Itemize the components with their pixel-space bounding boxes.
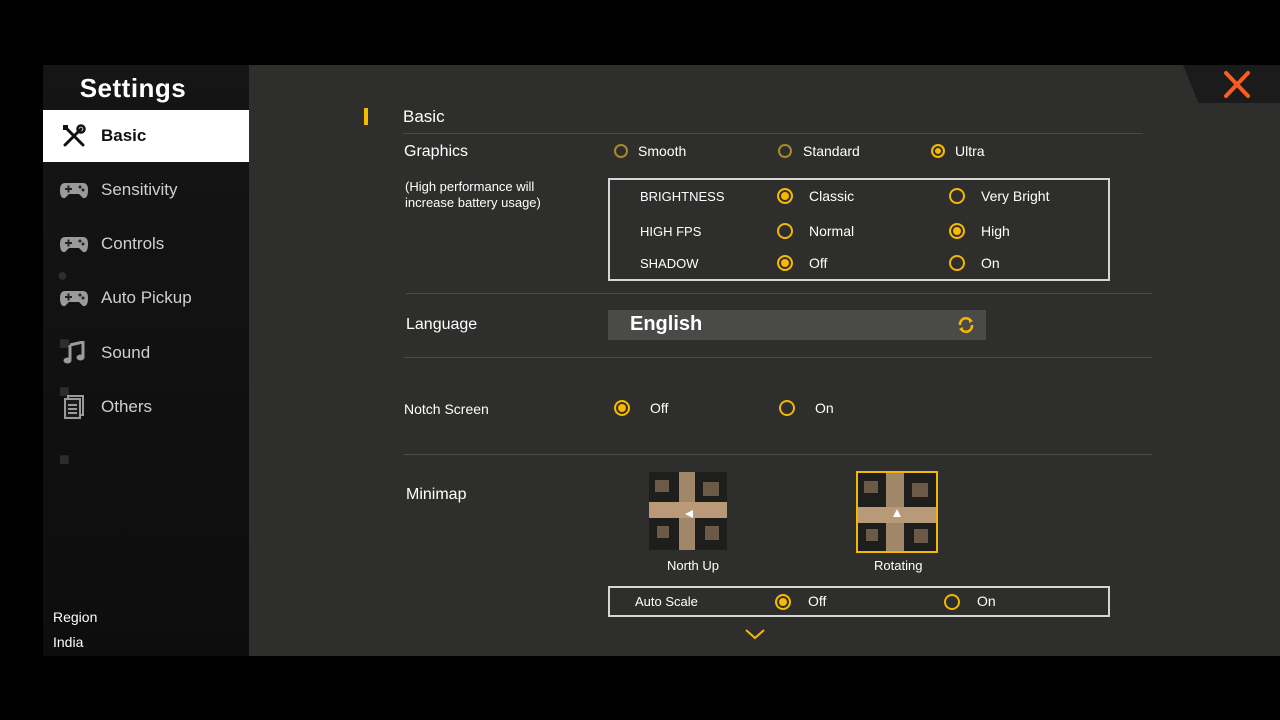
graphics-note: (High performance will increase battery … <box>405 179 541 210</box>
auto-scale-off-label[interactable]: Off <box>808 593 826 609</box>
refresh-icon[interactable] <box>956 316 976 339</box>
notch-on-label[interactable]: On <box>815 400 834 416</box>
notch-off-label[interactable]: Off <box>650 400 668 416</box>
section-title: Basic <box>403 107 445 126</box>
brightness-classic-radio[interactable] <box>777 188 793 204</box>
language-value: English <box>630 313 703 335</box>
scroll-down-chevron-icon[interactable] <box>744 627 766 646</box>
divider <box>403 133 1143 134</box>
shadow-label: SHADOW <box>640 256 699 271</box>
sidebar-item-others[interactable]: Others <box>43 381 249 433</box>
sidebar-item-sound[interactable]: Sound <box>43 327 249 379</box>
minimap-north-up-thumbnail[interactable] <box>649 472 727 550</box>
settings-sidebar: ● ■ ■ ■ Settings Basic Sensitivity Contr… <box>43 65 249 656</box>
gamepad-icon <box>43 288 101 308</box>
shadow-on-radio[interactable] <box>949 255 965 271</box>
sidebar-item-label: Auto Pickup <box>101 288 192 307</box>
gamepad-icon <box>43 234 101 254</box>
wrench-screwdriver-icon <box>43 123 101 149</box>
region-value: India <box>53 634 84 650</box>
graphics-ultra-label[interactable]: Ultra <box>955 143 985 159</box>
music-note-icon <box>43 341 101 365</box>
notch-on-radio[interactable] <box>779 400 795 416</box>
minimap-label: Minimap <box>406 486 467 503</box>
brightness-very-bright-radio[interactable] <box>949 188 965 204</box>
sidebar-item-label: Controls <box>101 234 165 253</box>
section-marker <box>364 108 368 125</box>
graphics-standard-label[interactable]: Standard <box>803 143 860 159</box>
fps-normal-label[interactable]: Normal <box>809 223 854 239</box>
notch-off-radio[interactable] <box>614 400 630 416</box>
graphics-smooth-label[interactable]: Smooth <box>638 143 686 159</box>
shadow-off-radio[interactable] <box>777 255 793 271</box>
north-up-label[interactable]: North Up <box>667 558 719 573</box>
notch-screen-label: Notch Screen <box>404 401 489 417</box>
settings-title: Settings <box>79 73 187 103</box>
divider <box>404 357 1152 358</box>
brightness-classic-label[interactable]: Classic <box>809 188 854 204</box>
sidebar-item-label: Sound <box>101 343 151 362</box>
rotating-label[interactable]: Rotating <box>874 558 922 573</box>
fps-high-label[interactable]: High <box>981 223 1010 239</box>
gamepad-icon <box>43 180 101 200</box>
divider <box>404 454 1152 455</box>
sidebar-item-controls[interactable]: Controls <box>43 218 249 270</box>
fps-normal-radio[interactable] <box>777 223 793 239</box>
graphics-ultra-radio[interactable] <box>931 144 945 158</box>
graphics-standard-radio[interactable] <box>778 144 792 158</box>
brightness-label: BRIGHTNESS <box>640 189 725 204</box>
sidebar-item-basic[interactable]: Basic <box>43 110 249 162</box>
auto-scale-on-radio[interactable] <box>944 594 960 610</box>
close-button[interactable] <box>1219 68 1255 102</box>
divider <box>406 293 1152 294</box>
sidebar-item-label: Others <box>101 397 153 416</box>
brightness-very-bright-label[interactable]: Very Bright <box>981 188 1049 204</box>
shadow-on-label[interactable]: On <box>981 255 1000 271</box>
close-icon <box>1224 71 1250 98</box>
fps-high-radio[interactable] <box>949 223 965 239</box>
high-fps-label: HIGH FPS <box>640 224 702 239</box>
game-screen: ● ■ ■ ■ Settings Basic Sensitivity Contr… <box>0 0 1280 720</box>
language-label: Language <box>406 316 478 333</box>
minimap-rotating-thumbnail[interactable] <box>856 471 938 553</box>
graphics-label: Graphics <box>404 143 469 160</box>
region-label: Region <box>53 609 98 625</box>
document-list-icon <box>43 395 101 419</box>
language-selector[interactable]: English <box>608 310 986 340</box>
sidebar-item-label: Basic <box>101 126 147 145</box>
shadow-off-label[interactable]: Off <box>809 255 827 271</box>
graphics-smooth-radio[interactable] <box>614 144 628 158</box>
sidebar-item-label: Sensitivity <box>101 180 178 199</box>
sidebar-item-auto-pickup[interactable]: Auto Pickup <box>43 272 249 324</box>
auto-scale-label: Auto Scale <box>635 594 698 609</box>
auto-scale-off-radio[interactable] <box>775 594 791 610</box>
auto-scale-on-label[interactable]: On <box>977 593 996 609</box>
sidebar-item-sensitivity[interactable]: Sensitivity <box>43 164 249 216</box>
